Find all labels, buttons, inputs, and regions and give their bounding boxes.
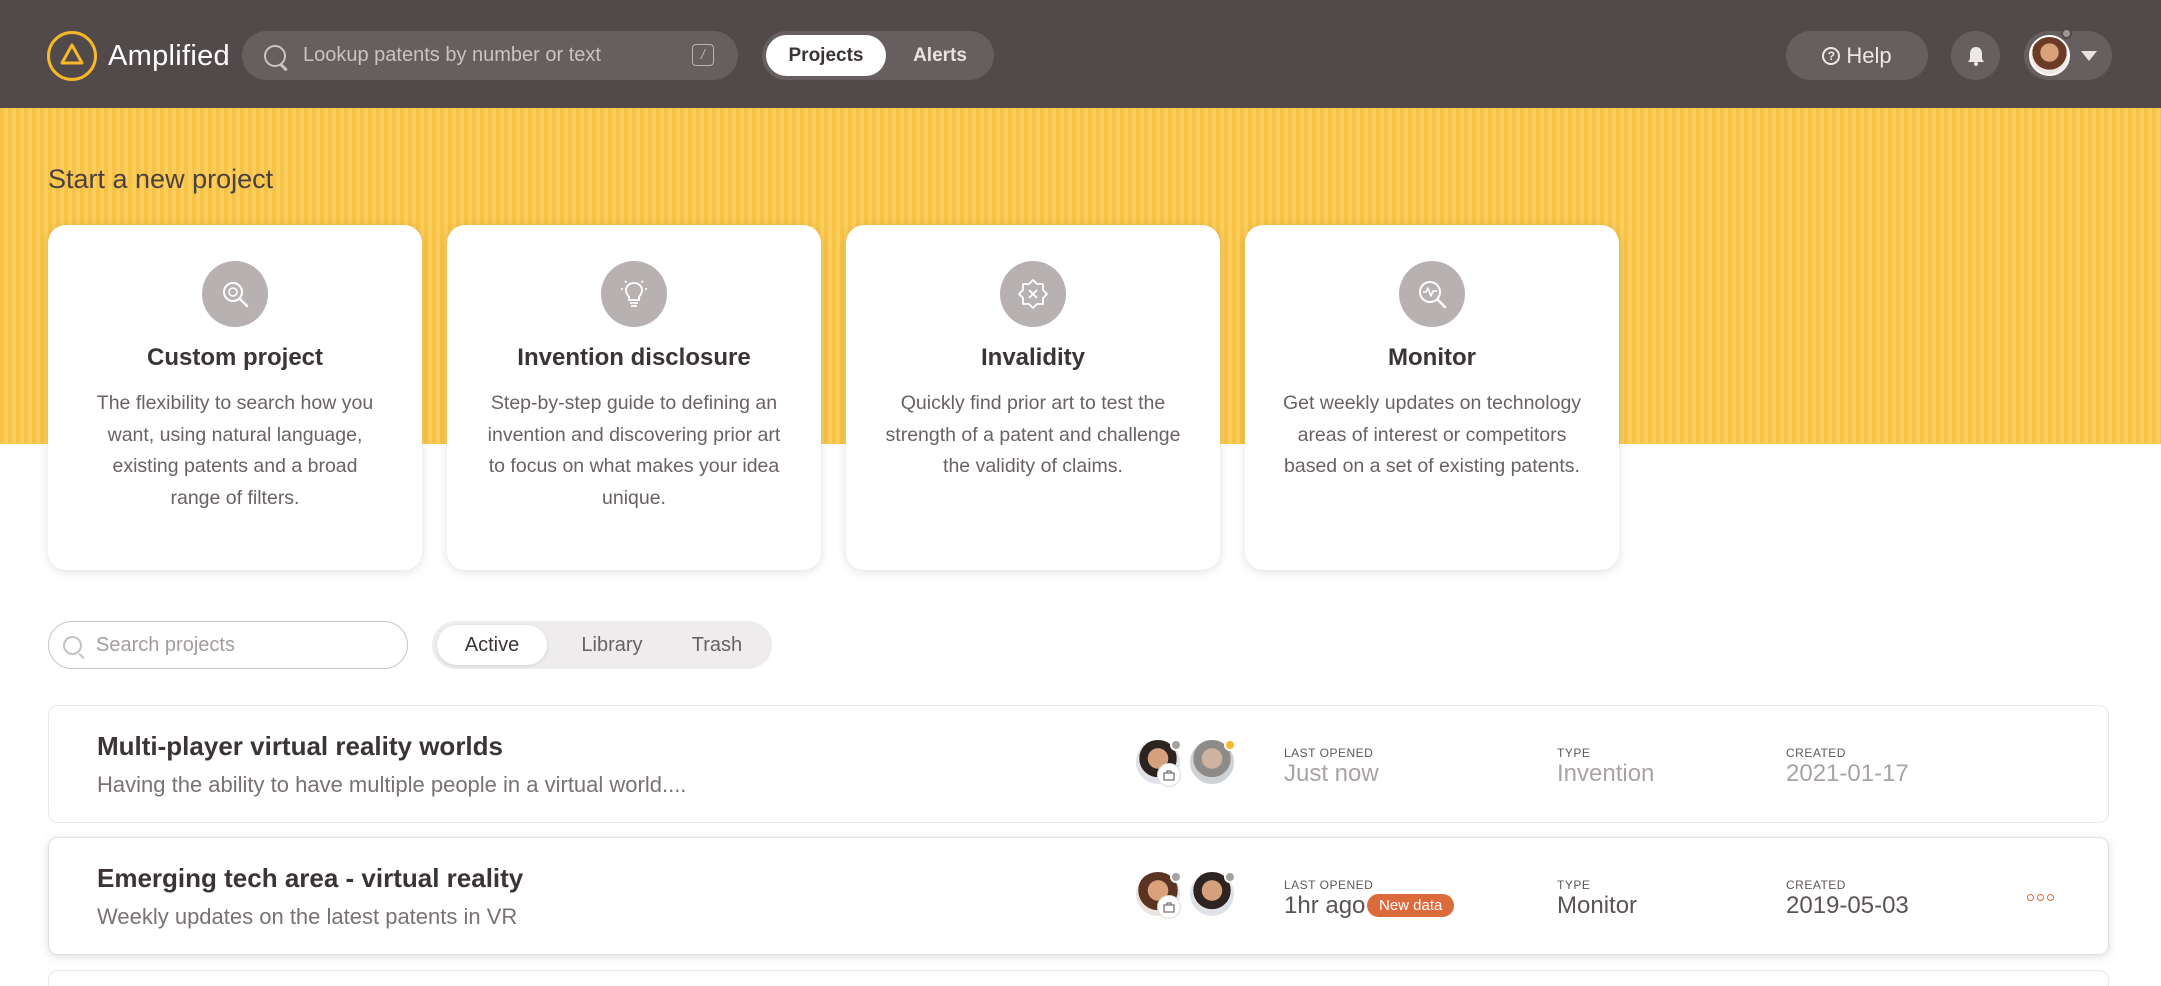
collaborators: [1134, 870, 1254, 920]
shortcut-key-hint: /: [692, 44, 714, 66]
type-value: Monitor: [1557, 892, 1638, 919]
bell-icon: [1967, 46, 1984, 66]
project-search[interactable]: [48, 621, 408, 669]
card-invention-disclosure[interactable]: Invention disclosure Step-by-step guide …: [447, 225, 821, 570]
more-options-icon[interactable]: [2027, 894, 2054, 901]
status-dot: [1170, 871, 1182, 883]
created-label: CREATED: [1786, 746, 1846, 760]
status-dot: [1224, 739, 1236, 751]
patent-search[interactable]: /: [242, 31, 738, 80]
avatar: [1188, 870, 1236, 918]
tab-library[interactable]: Library: [557, 625, 667, 665]
status-dot: [2061, 28, 2072, 39]
type-label: TYPE: [1557, 878, 1591, 892]
card-description: Quickly find prior art to test the stren…: [885, 392, 1181, 477]
project-tabs: Active Library Trash: [432, 621, 772, 669]
notifications-button[interactable]: [1951, 31, 2000, 80]
project-subtitle: Having the ability to have multiple peop…: [97, 772, 687, 797]
card-description: Get weekly updates on technology areas o…: [1282, 392, 1582, 477]
type-value: Invention: [1557, 760, 1655, 787]
last-opened-label: LAST OPENED: [1284, 878, 1374, 892]
card-custom-project[interactable]: Custom project The flexibility to search…: [48, 225, 422, 570]
app-name: Amplified: [108, 39, 230, 72]
profile-menu-button[interactable]: [2024, 28, 2112, 80]
search-gear-icon: [202, 261, 268, 327]
card-title: Invention disclosure: [517, 344, 751, 371]
card-description: The flexibility to search how you want, …: [96, 392, 374, 509]
search-icon: [264, 44, 286, 67]
type-label: TYPE: [1557, 746, 1591, 760]
top-bar: Amplified / Projects Alerts ? Help: [0, 0, 2161, 108]
card-description: Step-by-step guide to defining an invent…: [487, 392, 781, 509]
last-opened-value: Just now: [1284, 760, 1379, 787]
avatar: [1134, 870, 1182, 918]
project-subtitle: Weekly updates on the latest patents in …: [97, 904, 518, 929]
avatar: [1134, 738, 1182, 786]
nav-alerts[interactable]: Alerts: [890, 35, 990, 76]
tab-trash[interactable]: Trash: [667, 625, 767, 665]
avatar: [1188, 738, 1236, 786]
help-label: Help: [1846, 42, 1892, 68]
tab-active[interactable]: Active: [437, 625, 547, 665]
owner-badge-icon: [1158, 764, 1180, 786]
project-row[interactable]: Multi-player virtual reality worlds Havi…: [48, 705, 2109, 823]
project-row[interactable]: Emerging tech area - virtual reality Wee…: [48, 837, 2109, 955]
project-search-input[interactable]: [96, 633, 386, 657]
search-icon: [63, 635, 82, 655]
card-title: Monitor: [1388, 344, 1476, 371]
logo-icon: [47, 31, 97, 81]
banner-title: Start a new project: [48, 164, 274, 194]
nav-projects[interactable]: Projects: [766, 35, 886, 76]
project-row[interactable]: [48, 970, 2109, 986]
card-title: Invalidity: [980, 344, 1086, 371]
monitor-search-icon: [1399, 261, 1465, 327]
project-title: Multi-player virtual reality worlds: [97, 731, 503, 761]
help-button[interactable]: ? Help: [1786, 31, 1928, 80]
app-logo[interactable]: Amplified: [47, 31, 230, 81]
patent-search-input[interactable]: [303, 44, 683, 67]
user-avatar: [2029, 35, 2070, 76]
collaborators: [1134, 738, 1254, 788]
created-label: CREATED: [1786, 878, 1846, 892]
card-invalidity[interactable]: Invalidity Quickly find prior art to tes…: [846, 225, 1220, 570]
last-opened-value: 1hr ago: [1284, 892, 1366, 919]
status-dot: [1224, 871, 1236, 883]
created-value: 2021-01-17: [1786, 760, 1909, 787]
invalid-badge-icon: [1000, 261, 1066, 327]
created-value: 2019-05-03: [1786, 892, 1909, 919]
help-icon: ?: [1822, 46, 1841, 65]
last-opened-label: LAST OPENED: [1284, 746, 1374, 760]
card-title: Custom project: [146, 344, 323, 371]
card-monitor[interactable]: Monitor Get weekly updates on technology…: [1245, 225, 1619, 570]
owner-badge-icon: [1158, 896, 1180, 918]
main-nav: Projects Alerts: [762, 31, 994, 80]
status-dot: [1170, 739, 1182, 751]
project-title: Emerging tech area - virtual reality: [97, 863, 524, 893]
new-data-badge: New data: [1367, 894, 1455, 917]
lightbulb-icon: [601, 261, 667, 327]
chevron-down-icon: [2081, 51, 2097, 61]
